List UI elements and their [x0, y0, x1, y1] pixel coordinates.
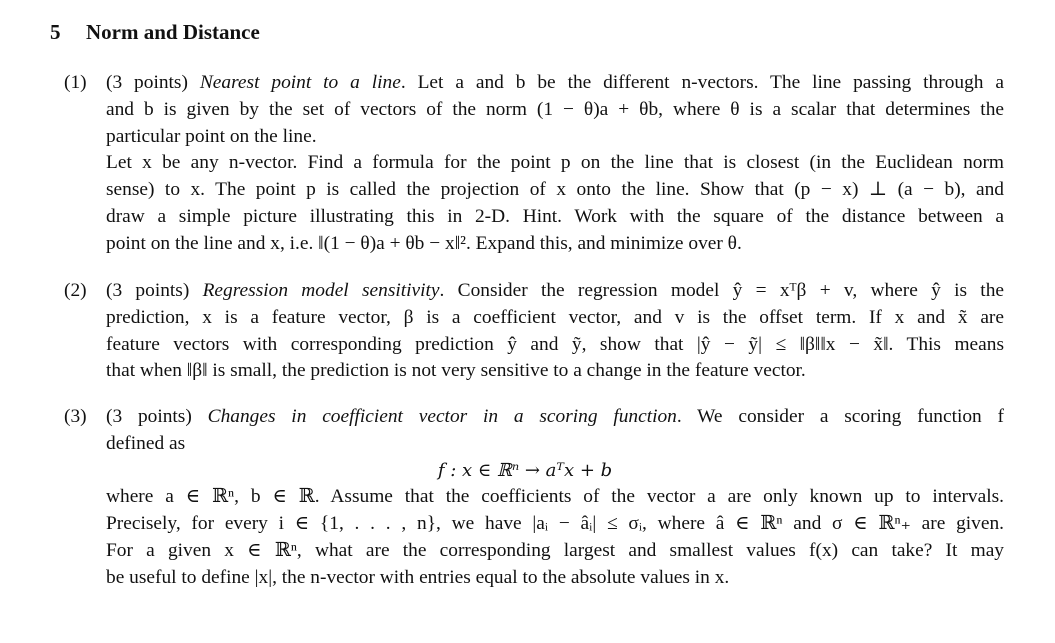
problem-topic: Regression model sensitivity — [202, 280, 440, 301]
problem-label: (1) — [64, 72, 87, 93]
problem-text-line: feature vectors with corresponding predi… — [106, 333, 1004, 355]
problem-3: (3) (3 points) Changes in coefficient ve… — [64, 404, 1004, 592]
section-title: Norm and Distance — [86, 20, 260, 44]
problem-text-line: (3 points) Regression model sensitivity.… — [106, 278, 1004, 305]
problem-text-line: For a given x ∈ ℝⁿ, what are the corresp… — [106, 539, 1004, 561]
problem-text-line: that when ‖β‖ is small, the prediction i… — [106, 360, 806, 382]
problem-text-line: where a ∈ ℝⁿ, b ∈ ℝ. Assume that the coe… — [106, 486, 1004, 508]
problem-2: (2) (3 points) Regression model sensitiv… — [64, 278, 1004, 385]
problem-body: (3 points) Nearest point to a line. Let … — [106, 70, 1004, 258]
problem-points: (3 points) — [106, 72, 188, 93]
problem-topic: Nearest point to a line — [199, 72, 401, 93]
problem-text-line: defined as — [106, 432, 186, 454]
problem-body: (3 points) Regression model sensitivity.… — [106, 278, 1004, 385]
problem-label: (3) — [64, 406, 87, 427]
text-fragment: . We consider a scoring function f — [676, 406, 1004, 427]
display-equation: f : x ∈ ℝⁿ → aᵀx + b — [437, 459, 613, 481]
problem-text-line: (3 points) Changes in coefficient vector… — [106, 404, 1004, 431]
problem-points: (3 points) — [106, 406, 192, 427]
text-fragment: . Let a and b be the different n-vectors… — [400, 72, 1004, 93]
problem-text-line: be useful to define |x|, the n-vector wi… — [106, 566, 730, 588]
problem-points: (3 points) — [106, 280, 190, 301]
problem-topic: Changes in coefficient vector in a scori… — [207, 406, 677, 427]
problem-text-line: Let x be any n-vector. Find a formula fo… — [106, 152, 1004, 174]
problem-text-line: and b is given by the set of vectors of … — [106, 98, 1004, 120]
text-fragment: . Consider the regression model ŷ = xᵀβ … — [439, 280, 1004, 301]
problem-label: (2) — [64, 280, 87, 301]
problem-text-line: point on the line and x, i.e. ‖(1 − θ)a … — [106, 232, 742, 254]
problem-1: (1) (3 points) Nearest point to a line. … — [64, 70, 1004, 258]
problem-body: (3 points) Changes in coefficient vector… — [106, 404, 1004, 592]
problem-text-line: particular point on the line. — [106, 125, 317, 147]
problem-text-line: (3 points) Nearest point to a line. Let … — [106, 70, 1004, 97]
problem-text-line: sense) to x. The point p is called the p… — [106, 179, 1004, 201]
problem-text-line: draw a simple picture illustrating this … — [106, 205, 1004, 227]
section-heading: 5 Norm and Distance — [50, 20, 260, 45]
problem-text-line: Precisely, for every i ∈ {1, . . . , n},… — [106, 513, 1004, 535]
problem-text-line: prediction, x is a feature vector, β is … — [106, 306, 1004, 328]
section-number: 5 — [50, 20, 61, 44]
